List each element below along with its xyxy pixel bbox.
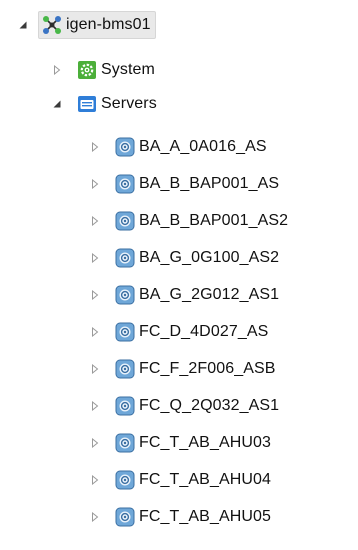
tree-node-label: FC_T_AB_AHU04 [139,471,272,488]
collapsed-arrow-icon[interactable] [50,63,64,77]
collapsed-arrow-icon[interactable] [88,251,102,265]
tree-node-server[interactable]: BA_G_0G100_AS2 [88,243,279,273]
server-icon [114,358,136,380]
tree-node-server[interactable]: FC_T_AB_AHU03 [88,428,271,458]
folder-icon [76,93,98,115]
tree-node-label: FC_Q_2Q032_AS1 [139,397,280,414]
tree-node-label: BA_G_2G012_AS1 [139,286,280,303]
server-icon [114,395,136,417]
tree-node-server[interactable]: FC_Q_2Q032_AS1 [88,391,279,421]
tree-node-label: FC_D_4D027_AS [139,323,269,340]
collapsed-arrow-icon[interactable] [88,473,102,487]
tree-node-label: FC_T_AB_AHU05 [139,508,272,525]
tree-node-servers[interactable]: Servers [50,89,157,119]
tree-node-server[interactable]: FC_T_AB_AHU04 [88,465,271,495]
collapsed-arrow-icon[interactable] [88,325,102,339]
network-icon [41,14,63,36]
server-icon [114,506,136,528]
selected-node-highlight[interactable]: igen-bms01 [38,11,156,39]
collapsed-arrow-icon[interactable] [88,399,102,413]
tree-node-label: BA_B_BAP001_AS2 [139,212,289,229]
tree-node-root[interactable]: igen-bms01 [16,10,156,40]
tree-node-server[interactable]: FC_F_2F006_ASB [88,354,276,384]
server-icon [114,173,136,195]
tree-node-label: BA_B_BAP001_AS [139,175,280,192]
tree-node-label: BA_G_0G100_AS2 [139,249,280,266]
expanded-arrow-icon[interactable] [16,18,30,32]
tree-node-server[interactable]: BA_B_BAP001_AS [88,169,279,199]
collapsed-arrow-icon[interactable] [88,214,102,228]
tree-node-label: BA_A_0A016_AS [139,138,267,155]
server-icon [114,432,136,454]
server-icon [114,247,136,269]
navigation-tree: igen-bms01 System Servers BA_A_0A016_AS … [0,0,358,550]
tree-node-server[interactable]: FC_D_4D027_AS [88,317,268,347]
collapsed-arrow-icon[interactable] [88,510,102,524]
collapsed-arrow-icon[interactable] [88,436,102,450]
tree-node-label: igen-bms01 [66,16,151,33]
server-icon [114,321,136,343]
server-icon [114,469,136,491]
collapsed-arrow-icon[interactable] [88,140,102,154]
collapsed-arrow-icon[interactable] [88,177,102,191]
tree-node-label: FC_T_AB_AHU03 [139,434,272,451]
collapsed-arrow-icon[interactable] [88,362,102,376]
server-icon [114,136,136,158]
tree-node-system[interactable]: System [50,55,155,85]
expanded-arrow-icon[interactable] [50,97,64,111]
tree-node-server[interactable]: FC_T_AB_AHU05 [88,502,271,532]
tree-node-server[interactable]: BA_A_0A016_AS [88,132,267,162]
tree-node-label: FC_F_2F006_ASB [139,360,276,377]
tree-node-server[interactable]: BA_G_2G012_AS1 [88,280,279,310]
server-icon [114,284,136,306]
collapsed-arrow-icon[interactable] [88,288,102,302]
gear-icon [76,59,98,81]
tree-node-label: Servers [101,95,157,112]
server-icon [114,210,136,232]
tree-node-label: System [101,61,155,78]
tree-node-server[interactable]: BA_B_BAP001_AS2 [88,206,288,236]
